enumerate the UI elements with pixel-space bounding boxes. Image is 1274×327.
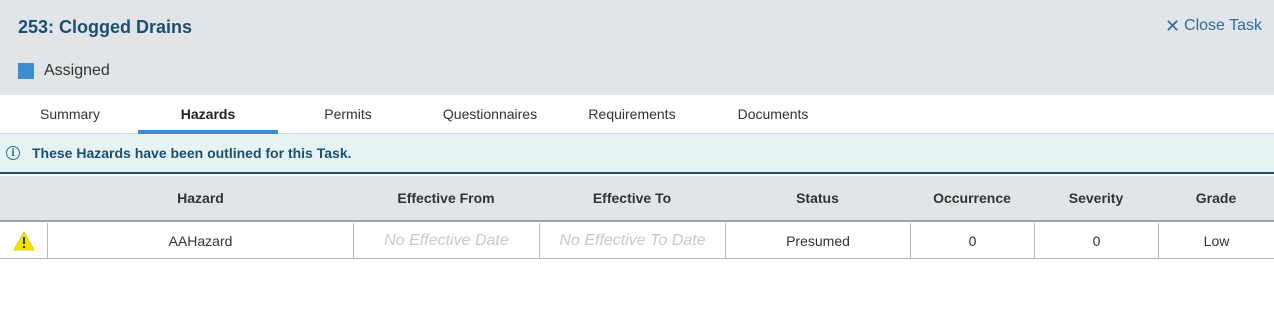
cell-status: Presumed <box>725 223 910 258</box>
cell-grade: Low <box>1158 223 1274 258</box>
tab-hazards[interactable]: Hazards <box>138 95 278 134</box>
column-header-severity[interactable]: Severity <box>1034 176 1158 220</box>
info-message: These Hazards have been outlined for thi… <box>32 145 352 161</box>
table-row[interactable]: AAHazard No Effective Date No Effective … <box>0 223 1274 259</box>
cell-hazard: AAHazard <box>47 223 353 258</box>
close-task-label: Close Task <box>1184 17 1262 34</box>
cell-severity: 0 <box>1034 223 1158 258</box>
column-header-status[interactable]: Status <box>725 176 910 220</box>
cell-effective-to: No Effective To Date <box>539 223 725 258</box>
tab-documents[interactable]: Documents <box>703 95 843 133</box>
warning-icon <box>13 230 35 250</box>
column-header-occurrence[interactable]: Occurrence <box>910 176 1034 220</box>
info-banner: i These Hazards have been outlined for t… <box>0 134 1274 174</box>
close-task-button[interactable]: ✕ Close Task <box>1165 17 1262 35</box>
status-swatch <box>18 63 34 79</box>
row-icon-cell <box>0 223 48 258</box>
column-header-hazard[interactable]: Hazard <box>48 176 353 220</box>
tab-summary[interactable]: Summary <box>0 95 140 133</box>
tab-questionnaires[interactable]: Questionnaires <box>420 95 560 133</box>
column-header-effective-from[interactable]: Effective From <box>353 176 539 220</box>
column-header-effective-to[interactable]: Effective To <box>539 176 725 220</box>
cell-effective-from: No Effective Date <box>353 223 539 258</box>
task-title: 253: Clogged Drains <box>18 17 193 37</box>
close-icon: ✕ <box>1164 16 1181 36</box>
tab-permits[interactable]: Permits <box>278 95 418 133</box>
task-status: Assigned <box>18 62 110 80</box>
tab-requirements[interactable]: Requirements <box>562 95 702 133</box>
task-header: 253: Clogged Drains ✕ Close Task Assigne… <box>0 0 1274 95</box>
tab-bar: Summary Hazards Permits Questionnaires R… <box>0 95 1274 134</box>
info-icon: i <box>6 146 20 160</box>
column-header-grade[interactable]: Grade <box>1158 176 1274 220</box>
table-header: Hazard Effective From Effective To Statu… <box>0 176 1274 222</box>
cell-occurrence: 0 <box>910 223 1034 258</box>
status-label: Assigned <box>44 62 110 79</box>
